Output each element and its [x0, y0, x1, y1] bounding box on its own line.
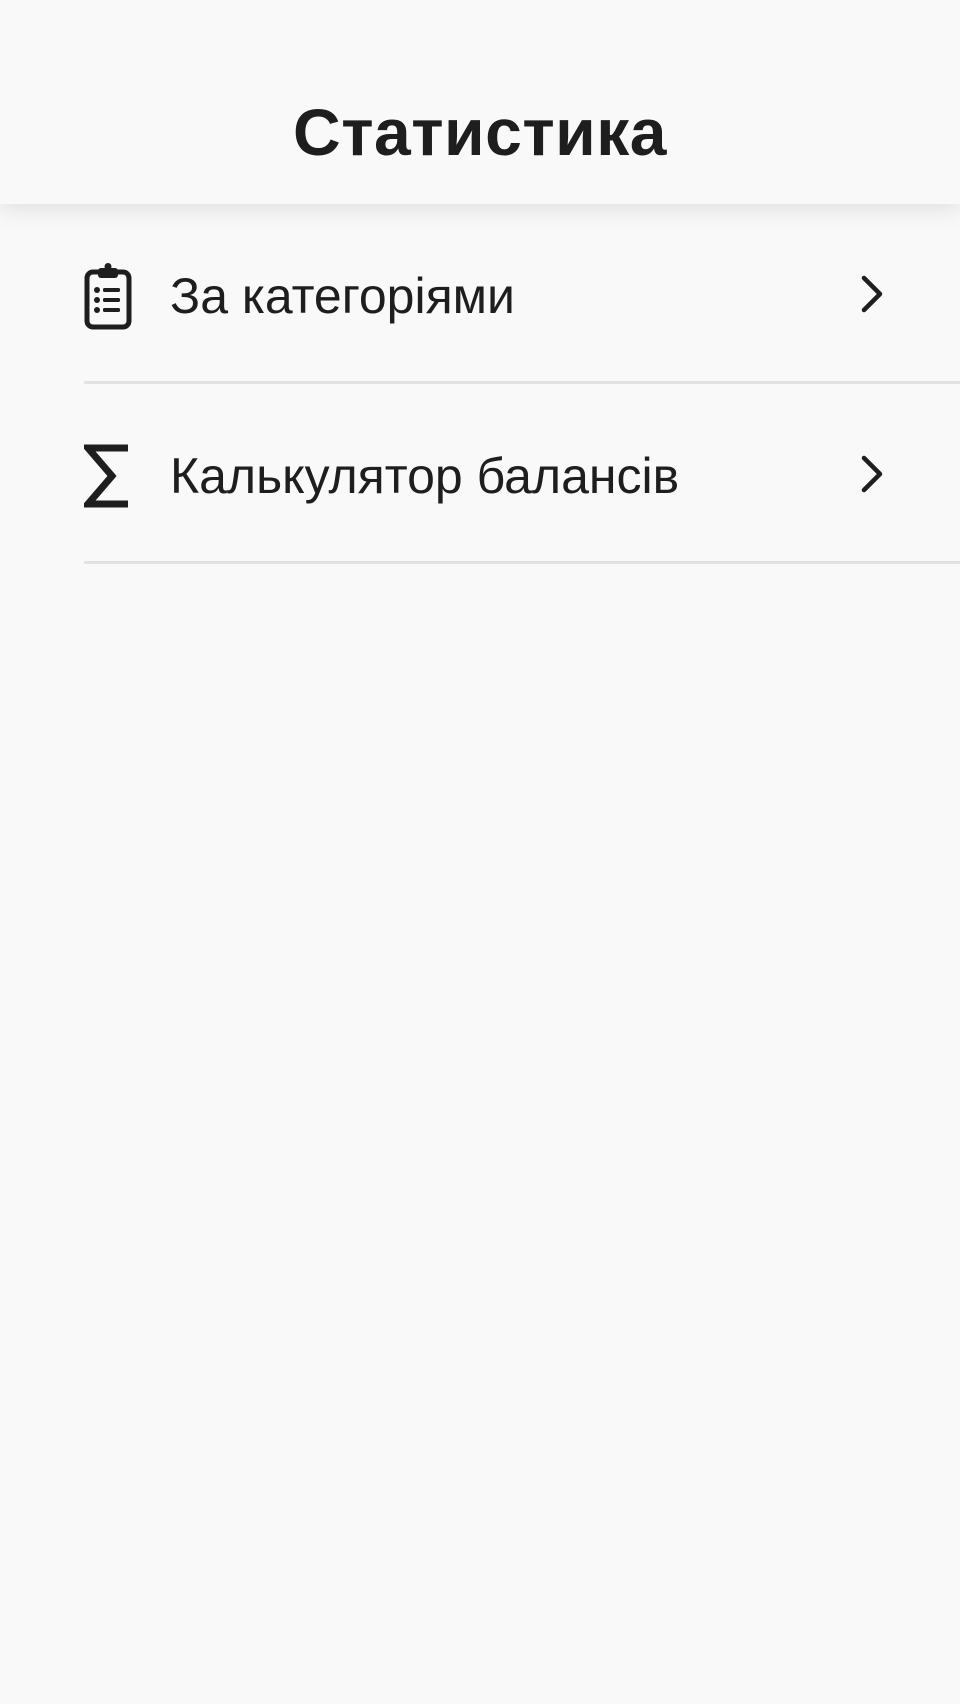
chevron-right-icon — [858, 274, 886, 314]
statistics-menu: За категоріями Калькулятор балансів — [0, 204, 960, 564]
app-header: Статистика — [0, 0, 960, 204]
chevron-right-icon — [858, 454, 886, 494]
menu-item-by-categories[interactable]: За категоріями — [0, 204, 960, 384]
sigma-icon — [84, 442, 132, 510]
clipboard-list-icon — [84, 262, 132, 330]
divider — [84, 561, 960, 564]
menu-item-balance-calculator[interactable]: Калькулятор балансів — [0, 384, 960, 564]
menu-item-label: Калькулятор балансів — [170, 448, 680, 504]
page-title: Статистика — [293, 95, 667, 169]
menu-item-label: За категоріями — [170, 268, 515, 324]
